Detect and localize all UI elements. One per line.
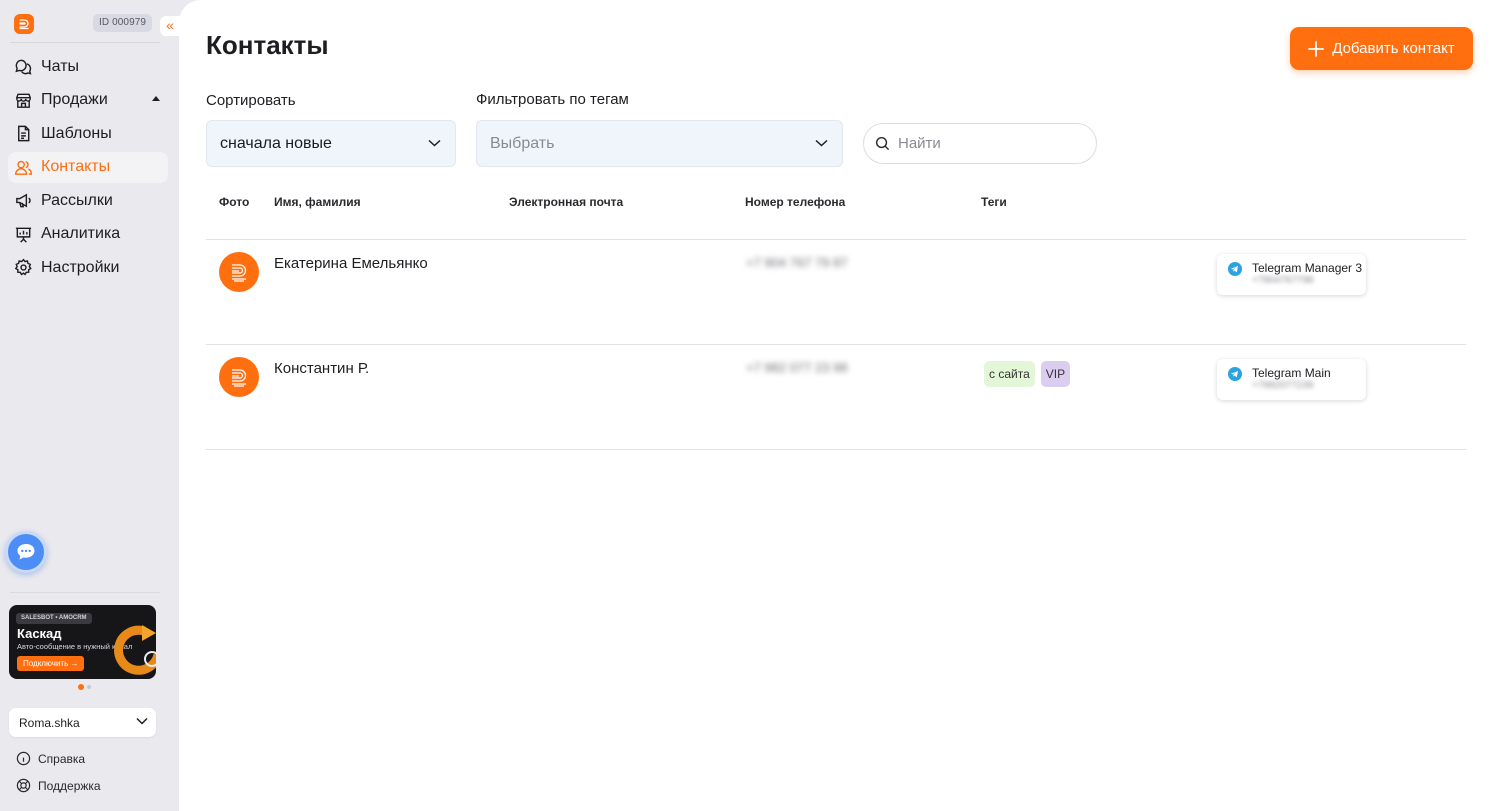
logo-icon[interactable] [14,14,34,34]
contact-phone: +7 904 767 79 87 [746,255,848,270]
sidebar-nav: Чаты Продажи Шаблоны Контакты Рассылки А… [8,51,168,286]
chats-icon [15,59,32,75]
promo-banner[interactable]: SALESBOT • AMOCRM Каскад Авто-сообщение … [9,605,156,679]
sidebar-header: ID 000979 « [0,0,180,44]
table-divider [206,449,1466,450]
sidebar-item-chats[interactable]: Чаты [8,51,168,82]
sort-value: сначала новые [220,134,332,152]
lifebuoy-icon [16,778,31,793]
channel-account: +7982077239 [1252,380,1314,391]
help-link[interactable]: Справка [16,751,85,766]
caret-up-icon[interactable] [152,95,160,101]
support-label: Поддержка [38,778,101,793]
sidebar-item-settings[interactable]: Настройки [8,252,168,283]
tag-filter-placeholder: Выбрать [490,134,555,152]
tag-vip[interactable]: VIP [1040,361,1071,387]
table-row[interactable]: Константин Р. +7 982 077 23 98 с сайта V… [206,345,1466,449]
store-icon [16,93,31,108]
sidebar-item-label: Настройки [41,258,120,276]
column-header-photo: Фото [219,195,250,209]
search-placeholder: Найти [898,135,941,152]
chevron-down-icon [428,139,441,147]
channel-account: +7904767798 [1252,275,1314,286]
avatar [219,252,259,292]
banner-title: Каскад [17,626,62,641]
sidebar-item-label: Шаблоны [41,124,112,142]
sidebar-item-label: Рассылки [41,191,113,209]
tag-filter-select[interactable]: Выбрать [476,120,843,167]
column-header-phone[interactable]: Номер телефона [745,195,845,209]
tag-list: с сайта VIP [984,361,1071,387]
pagination-dot-active[interactable] [78,684,84,690]
column-header-name[interactable]: Имя, фамилия [274,195,361,209]
template-icon [18,125,30,142]
gear-icon [14,258,32,276]
channel-card[interactable]: Telegram Main +7982077239 [1217,359,1366,400]
add-contact-button[interactable]: Добавить контакт [1290,27,1473,70]
telegram-icon [1228,262,1242,276]
pagination-dot[interactable] [87,685,91,689]
info-icon [16,751,31,766]
support-chat-button[interactable] [5,531,47,573]
channel-name: Telegram Manager 3 [1252,261,1363,275]
chevron-down-icon [815,139,828,147]
help-label: Справка [38,751,86,766]
channel-name: Telegram Main [1252,366,1331,380]
banner-tag: SALESBOT • AMOCRM [16,613,92,624]
main-panel: Контакты Добавить контакт Сортировать сн… [179,0,1500,811]
search-icon [875,136,890,151]
search-input[interactable]: Найти [863,123,1097,164]
sidebar: ID 000979 « Чаты Продажи Шаблоны Контакт… [0,0,180,811]
sidebar-item-label: Контакты [41,158,111,175]
tag-from-site[interactable]: с сайта [984,361,1035,387]
channel-card[interactable]: Telegram Manager 3 +7904767798 [1217,254,1366,295]
add-contact-label: Добавить контакт [1332,40,1455,57]
sidebar-item-sales[interactable]: Продажи [8,85,168,116]
filter-label: Фильтровать по тегам [476,91,629,108]
page-title: Контакты [206,30,329,60]
column-header-tags[interactable]: Теги [981,195,1007,209]
analytics-icon [15,227,32,243]
sidebar-item-label: Продажи [41,91,108,108]
contact-phone: +7 982 077 23 98 [746,360,848,375]
account-id-badge: ID 000979 [93,14,153,32]
collapse-sidebar-icon[interactable]: « [160,16,180,36]
sidebar-item-label: Аналитика [41,225,121,242]
megaphone-icon [16,193,31,208]
sidebar-item-contacts[interactable]: Контакты [8,151,168,183]
support-link[interactable]: Поддержка [16,778,101,793]
column-header-email[interactable]: Электронная почта [509,195,623,209]
account-selector[interactable]: Roma.shka [9,708,156,737]
avatar [219,357,259,397]
cycle-arrow-icon [114,625,156,675]
sidebar-divider [10,42,160,43]
sidebar-item-label: Чаты [41,57,80,75]
sort-select[interactable]: сначала новые [206,120,456,167]
banner-pagination [78,684,91,690]
table-row[interactable]: Екатерина Емельянко +7 904 767 79 87 Tel… [206,240,1466,344]
telegram-icon [1228,367,1242,381]
contact-name[interactable]: Екатерина Емельянко [274,255,428,272]
sidebar-divider [10,592,160,593]
plus-icon [1308,40,1325,57]
sort-label: Сортировать [206,92,296,109]
contact-name[interactable]: Константин Р. [274,360,369,377]
contacts-icon [14,160,33,175]
brand-logo-icon [232,369,247,387]
chat-icon [17,544,35,560]
account-name: Roma.shka [19,715,80,730]
sidebar-item-templates[interactable]: Шаблоны [8,118,168,149]
sidebar-item-mailings[interactable]: Рассылки [8,185,168,216]
banner-connect-button[interactable]: Подключить → [17,656,85,671]
sidebar-item-analytics[interactable]: Аналитика [8,219,168,250]
brand-logo-icon [232,264,247,282]
chevron-down-icon [136,717,148,725]
